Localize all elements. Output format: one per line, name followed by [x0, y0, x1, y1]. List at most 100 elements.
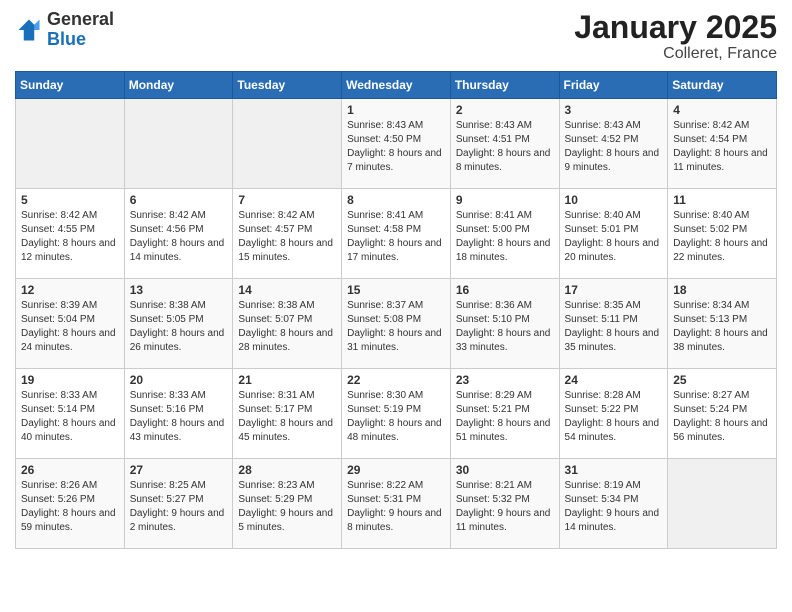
- calendar-cell: 25Sunrise: 8:27 AMSunset: 5:24 PMDayligh…: [668, 369, 777, 459]
- calendar-cell: [668, 459, 777, 549]
- day-number: 20: [130, 373, 228, 387]
- day-info: Sunrise: 8:19 AMSunset: 5:34 PMDaylight:…: [565, 479, 663, 535]
- day-info: Sunrise: 8:21 AMSunset: 5:32 PMDaylight:…: [456, 479, 554, 535]
- day-number: 18: [673, 283, 771, 297]
- title-area: January 2025 Colleret, France: [574, 10, 777, 63]
- header-sunday: Sunday: [16, 72, 125, 99]
- page-header: General Blue January 2025 Colleret, Fran…: [15, 10, 777, 63]
- calendar-cell: 16 Sunrise: 8:36 AMSunset: 5:10 PMDayligh…: [450, 279, 559, 369]
- day-number: 8: [347, 193, 445, 207]
- day-number: 14: [238, 283, 336, 297]
- day-info: Sunrise: 8:39 AMSunset: 5:04 PMDaylight:…: [21, 299, 119, 355]
- day-number: 12: [21, 283, 119, 297]
- day-info: Sunrise: 8:42 AMSunset: 4:56 PMDaylight:…: [130, 209, 228, 265]
- day-number: 21: [238, 373, 336, 387]
- day-number: 27: [130, 463, 228, 477]
- calendar-cell: 13Sunrise: 8:38 AMSunset: 5:05 PMDayligh…: [124, 279, 233, 369]
- calendar-cell: 29 Sunrise: 8:22 AMSunset: 5:31 PMDayligh…: [342, 459, 451, 549]
- header-row: Sunday Monday Tuesday Wednesday Thursday…: [16, 72, 777, 99]
- day-info: Sunrise: 8:40 AMSunset: 5:02 PMDaylight:…: [673, 209, 771, 265]
- calendar-cell: 14 Sunrise: 8:38 AMSunset: 5:07 PMDayligh…: [233, 279, 342, 369]
- day-info: Sunrise: 8:29 AMSunset: 5:21 PMDaylight:…: [456, 389, 554, 445]
- day-number: 5: [21, 193, 119, 207]
- calendar-cell: 23 Sunrise: 8:29 AMSunset: 5:21 PMDayligh…: [450, 369, 559, 459]
- week-row-4: 26 Sunrise: 8:26 AMSunset: 5:26 PMDayligh…: [16, 459, 777, 549]
- logo-text: General Blue: [47, 10, 114, 50]
- day-info: Sunrise: 8:35 AMSunset: 5:11 PMDaylight:…: [565, 299, 663, 355]
- header-tuesday: Tuesday: [233, 72, 342, 99]
- day-number: 15: [347, 283, 445, 297]
- logo-general-text: General: [47, 10, 114, 30]
- calendar-cell: 7 Sunrise: 8:42 AMSunset: 4:57 PMDaylight…: [233, 189, 342, 279]
- day-number: 22: [347, 373, 445, 387]
- day-info: Sunrise: 8:25 AMSunset: 5:27 PMDaylight:…: [130, 479, 228, 535]
- calendar-cell: 10Sunrise: 8:40 AMSunset: 5:01 PMDayligh…: [559, 189, 668, 279]
- day-number: 29: [347, 463, 445, 477]
- calendar-cell: 6Sunrise: 8:42 AMSunset: 4:56 PMDaylight…: [124, 189, 233, 279]
- calendar-cell: 4Sunrise: 8:42 AMSunset: 4:54 PMDaylight…: [668, 99, 777, 189]
- day-number: 26: [21, 463, 119, 477]
- day-number: 13: [130, 283, 228, 297]
- calendar-cell: 19 Sunrise: 8:33 AMSunset: 5:14 PMDayligh…: [16, 369, 125, 459]
- day-number: 16: [456, 283, 554, 297]
- day-number: 7: [238, 193, 336, 207]
- day-info: Sunrise: 8:41 AMSunset: 5:00 PMDaylight:…: [456, 209, 554, 265]
- calendar-cell: 28 Sunrise: 8:23 AMSunset: 5:29 PMDayligh…: [233, 459, 342, 549]
- day-number: 28: [238, 463, 336, 477]
- header-friday: Friday: [559, 72, 668, 99]
- day-info: Sunrise: 8:31 AMSunset: 5:17 PMDaylight:…: [238, 389, 336, 445]
- calendar-title: January 2025: [574, 10, 777, 45]
- calendar-cell: 21 Sunrise: 8:31 AMSunset: 5:17 PMDayligh…: [233, 369, 342, 459]
- header-wednesday: Wednesday: [342, 72, 451, 99]
- day-info: Sunrise: 8:43 AMSunset: 4:51 PMDaylight:…: [456, 119, 554, 175]
- day-info: Sunrise: 8:33 AMSunset: 5:14 PMDaylight:…: [21, 389, 119, 445]
- calendar-cell: 8 Sunrise: 8:41 AMSunset: 4:58 PMDaylight…: [342, 189, 451, 279]
- week-row-0: 1 Sunrise: 8:43 AMSunset: 4:50 PMDaylight…: [16, 99, 777, 189]
- calendar-cell: 31 Sunrise: 8:19 AMSunset: 5:34 PMDayligh…: [559, 459, 668, 549]
- day-info: Sunrise: 8:42 AMSunset: 4:57 PMDaylight:…: [238, 209, 336, 265]
- day-info: Sunrise: 8:27 AMSunset: 5:24 PMDaylight:…: [673, 389, 771, 445]
- calendar-table: Sunday Monday Tuesday Wednesday Thursday…: [15, 71, 777, 549]
- day-number: 3: [565, 103, 663, 117]
- day-info: Sunrise: 8:22 AMSunset: 5:31 PMDaylight:…: [347, 479, 445, 535]
- day-number: 11: [673, 193, 771, 207]
- calendar-cell: 30 Sunrise: 8:21 AMSunset: 5:32 PMDayligh…: [450, 459, 559, 549]
- header-saturday: Saturday: [668, 72, 777, 99]
- day-number: 31: [565, 463, 663, 477]
- calendar-cell: 12 Sunrise: 8:39 AMSunset: 5:04 PMDayligh…: [16, 279, 125, 369]
- calendar-cell: 11 Sunrise: 8:40 AMSunset: 5:02 PMDayligh…: [668, 189, 777, 279]
- header-monday: Monday: [124, 72, 233, 99]
- calendar-cell: 2 Sunrise: 8:43 AMSunset: 4:51 PMDaylight…: [450, 99, 559, 189]
- day-number: 17: [565, 283, 663, 297]
- day-info: Sunrise: 8:30 AMSunset: 5:19 PMDaylight:…: [347, 389, 445, 445]
- day-info: Sunrise: 8:41 AMSunset: 4:58 PMDaylight:…: [347, 209, 445, 265]
- day-info: Sunrise: 8:26 AMSunset: 5:26 PMDaylight:…: [21, 479, 119, 535]
- day-number: 2: [456, 103, 554, 117]
- calendar-cell: 20Sunrise: 8:33 AMSunset: 5:16 PMDayligh…: [124, 369, 233, 459]
- day-number: 30: [456, 463, 554, 477]
- day-info: Sunrise: 8:28 AMSunset: 5:22 PMDaylight:…: [565, 389, 663, 445]
- header-thursday: Thursday: [450, 72, 559, 99]
- calendar-cell: 5Sunrise: 8:42 AMSunset: 4:55 PMDaylight…: [16, 189, 125, 279]
- week-row-3: 19 Sunrise: 8:33 AMSunset: 5:14 PMDayligh…: [16, 369, 777, 459]
- calendar-cell: 17 Sunrise: 8:35 AMSunset: 5:11 PMDayligh…: [559, 279, 668, 369]
- day-number: 1: [347, 103, 445, 117]
- day-info: Sunrise: 8:36 AMSunset: 5:10 PMDaylight:…: [456, 299, 554, 355]
- day-info: Sunrise: 8:38 AMSunset: 5:07 PMDaylight:…: [238, 299, 336, 355]
- day-info: Sunrise: 8:43 AMSunset: 4:50 PMDaylight:…: [347, 119, 445, 175]
- calendar-cell: 27 Sunrise: 8:25 AMSunset: 5:27 PMDayligh…: [124, 459, 233, 549]
- day-number: 23: [456, 373, 554, 387]
- calendar-cell: 26 Sunrise: 8:26 AMSunset: 5:26 PMDayligh…: [16, 459, 125, 549]
- day-info: Sunrise: 8:43 AMSunset: 4:52 PMDaylight:…: [565, 119, 663, 175]
- calendar-cell: 1 Sunrise: 8:43 AMSunset: 4:50 PMDaylight…: [342, 99, 451, 189]
- week-row-1: 5Sunrise: 8:42 AMSunset: 4:55 PMDaylight…: [16, 189, 777, 279]
- day-info: Sunrise: 8:23 AMSunset: 5:29 PMDaylight:…: [238, 479, 336, 535]
- day-info: Sunrise: 8:40 AMSunset: 5:01 PMDaylight:…: [565, 209, 663, 265]
- logo: General Blue: [15, 10, 114, 50]
- calendar-cell: 18Sunrise: 8:34 AMSunset: 5:13 PMDayligh…: [668, 279, 777, 369]
- calendar-cell: 24Sunrise: 8:28 AMSunset: 5:22 PMDayligh…: [559, 369, 668, 459]
- calendar-cell: 22 Sunrise: 8:30 AMSunset: 5:19 PMDayligh…: [342, 369, 451, 459]
- day-number: 19: [21, 373, 119, 387]
- calendar-cell: 9Sunrise: 8:41 AMSunset: 5:00 PMDaylight…: [450, 189, 559, 279]
- week-row-2: 12 Sunrise: 8:39 AMSunset: 5:04 PMDayligh…: [16, 279, 777, 369]
